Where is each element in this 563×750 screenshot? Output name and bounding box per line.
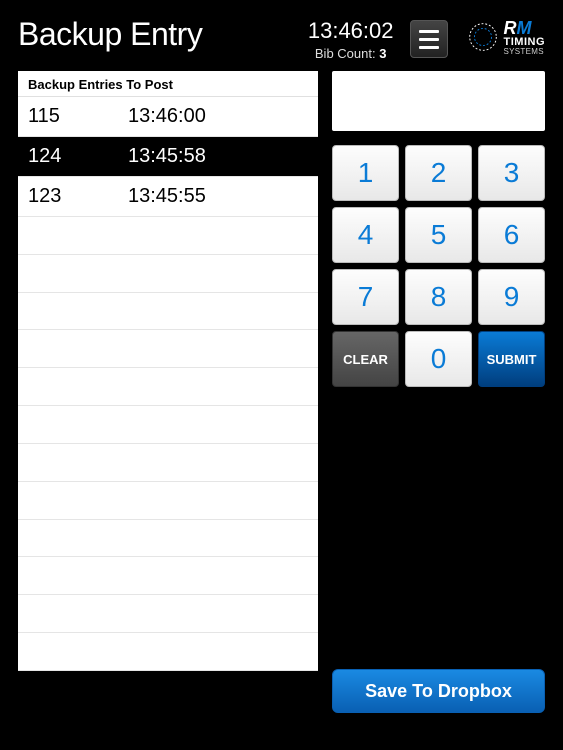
bib-input-display[interactable] bbox=[332, 71, 545, 131]
keypad-8[interactable]: 8 bbox=[405, 269, 472, 325]
row-bib: 115 bbox=[28, 105, 128, 128]
table-row-empty bbox=[18, 633, 318, 671]
list-body[interactable]: 11513:46:0012413:45:5812313:45:55 bbox=[18, 97, 318, 671]
keypad-4[interactable]: 4 bbox=[332, 207, 399, 263]
entries-list-panel: Backup Entries To Post 11513:46:0012413:… bbox=[18, 71, 318, 671]
keypad-3[interactable]: 3 bbox=[478, 145, 545, 201]
row-time: 13:46:00 bbox=[128, 105, 308, 128]
row-time: 13:45:55 bbox=[128, 185, 308, 208]
rm-timing-logo: RM TIMING SYSTEMS bbox=[464, 18, 546, 56]
logo-m: M bbox=[517, 18, 532, 38]
bib-count-value: 3 bbox=[379, 46, 386, 61]
keypad-5[interactable]: 5 bbox=[405, 207, 472, 263]
table-row-empty bbox=[18, 330, 318, 368]
table-row-empty bbox=[18, 368, 318, 406]
table-row-empty bbox=[18, 520, 318, 558]
page-title: Backup Entry bbox=[18, 16, 292, 53]
keypad-6[interactable]: 6 bbox=[478, 207, 545, 263]
save-to-dropbox-button[interactable]: Save To Dropbox bbox=[332, 669, 545, 713]
row-time: 13:45:58 bbox=[128, 145, 308, 168]
table-row[interactable]: 12313:45:55 bbox=[18, 177, 318, 217]
table-row-empty bbox=[18, 293, 318, 331]
keypad-submit[interactable]: SUBMIT bbox=[478, 331, 545, 387]
list-header: Backup Entries To Post bbox=[18, 71, 318, 97]
bib-count: Bib Count: 3 bbox=[308, 46, 394, 61]
table-row[interactable]: 11513:46:00 bbox=[18, 97, 318, 137]
keypad-7[interactable]: 7 bbox=[332, 269, 399, 325]
logo-systems: SYSTEMS bbox=[504, 48, 546, 56]
table-row-empty bbox=[18, 406, 318, 444]
logo-r: R bbox=[504, 18, 517, 38]
keypad-1[interactable]: 1 bbox=[332, 145, 399, 201]
table-row-empty bbox=[18, 444, 318, 482]
row-bib: 124 bbox=[28, 145, 128, 168]
logo-timing: TIMING bbox=[504, 37, 546, 48]
table-row-empty bbox=[18, 482, 318, 520]
table-row-empty bbox=[18, 217, 318, 255]
keypad-clear[interactable]: CLEAR bbox=[332, 331, 399, 387]
row-bib: 123 bbox=[28, 185, 128, 208]
keypad-0[interactable]: 0 bbox=[405, 331, 472, 387]
keypad: 123 456 789 CLEAR0SUBMIT bbox=[332, 145, 545, 387]
keypad-2[interactable]: 2 bbox=[405, 145, 472, 201]
logo-swirl-icon bbox=[464, 18, 502, 56]
menu-button[interactable] bbox=[410, 20, 448, 58]
clock-time: 13:46:02 bbox=[308, 18, 394, 44]
keypad-9[interactable]: 9 bbox=[478, 269, 545, 325]
bib-count-label: Bib Count: bbox=[315, 46, 376, 61]
table-row[interactable]: 12413:45:58 bbox=[18, 137, 318, 177]
table-row-empty bbox=[18, 595, 318, 633]
table-row-empty bbox=[18, 255, 318, 293]
table-row-empty bbox=[18, 557, 318, 595]
